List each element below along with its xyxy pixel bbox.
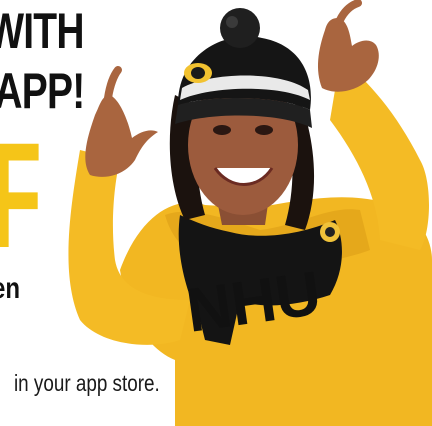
penguin-pin-icon [320, 222, 340, 242]
penguin-logo-icon [184, 63, 212, 83]
headline-line-1: WITH [0, 3, 85, 59]
app-promo-banner: NHU ITH APP! n in your app store. [0, 0, 432, 426]
app-store-text: in your app store. [14, 370, 160, 396]
headline-line-2: APP! [0, 63, 85, 119]
brand-letter: F [0, 120, 42, 270]
text-fragment: en [0, 272, 20, 305]
